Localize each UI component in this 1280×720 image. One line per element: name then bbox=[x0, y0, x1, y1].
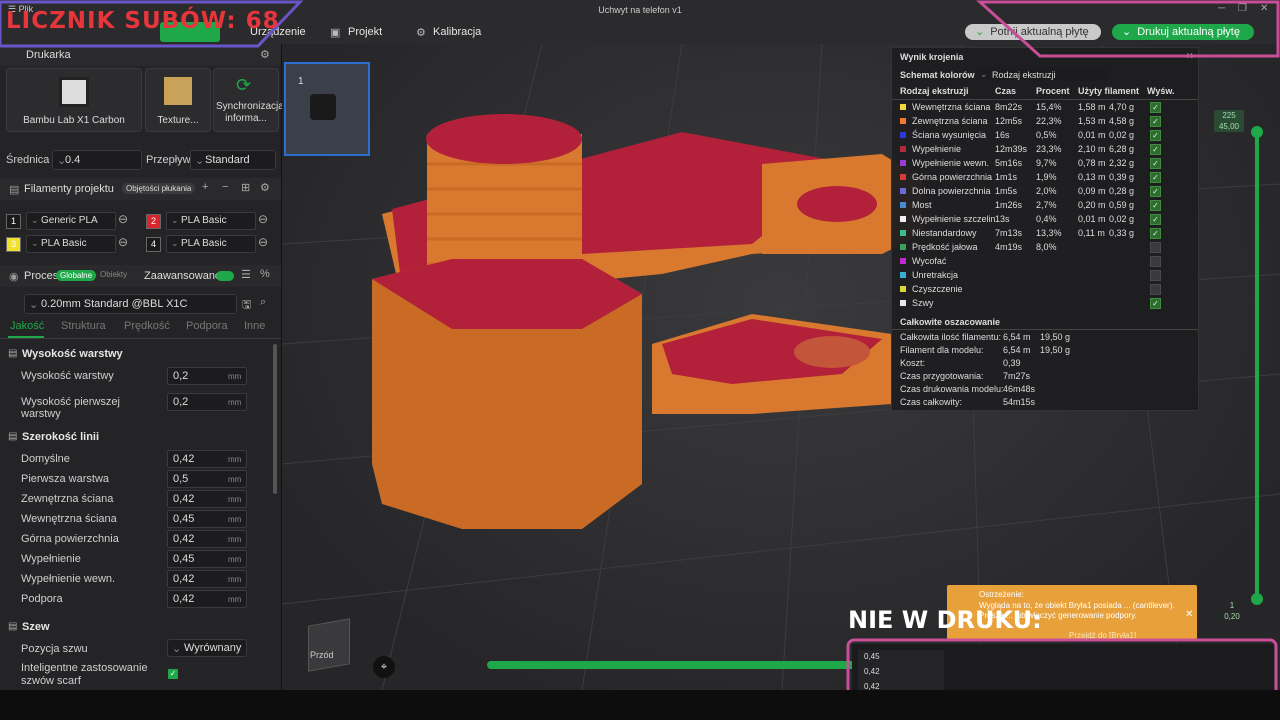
sub-counter-overlay: LICZNIK SUBÓW: 68 bbox=[6, 8, 280, 34]
not-in-print-banner: NIE W DRUKU: bbox=[848, 606, 1042, 634]
stream-overlay-frames bbox=[0, 0, 1280, 718]
bottom-bar bbox=[0, 690, 1280, 720]
